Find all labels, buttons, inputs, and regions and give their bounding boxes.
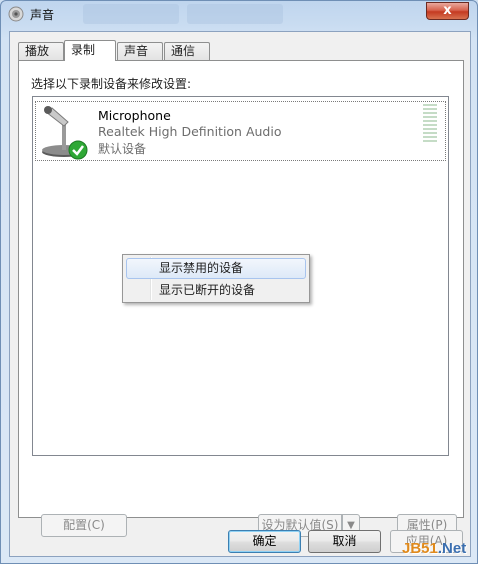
device-description: Realtek High Definition Audio: [98, 124, 282, 139]
device-name: Microphone: [98, 108, 171, 123]
menu-item-label: 显示禁用的设备: [159, 261, 244, 275]
list-item[interactable]: Microphone Realtek High Definition Audio…: [35, 101, 446, 161]
tab-label: 播放: [25, 44, 50, 58]
close-button[interactable]: x: [426, 2, 469, 20]
tab-communications[interactable]: 通信: [164, 42, 210, 60]
tab-sounds[interactable]: 声音: [117, 42, 163, 60]
close-icon: x: [443, 3, 452, 18]
menu-item-show-disconnected[interactable]: 显示已断开的设备: [126, 280, 306, 301]
ok-button[interactable]: 确定: [228, 530, 301, 553]
cancel-button[interactable]: 取消: [308, 530, 381, 553]
button-label: 确定: [252, 534, 277, 548]
green-check-icon: [68, 140, 88, 160]
watermark: JB51.Net: [402, 540, 466, 557]
configure-button[interactable]: 配置(C): [41, 514, 127, 537]
button-label: 配置(C): [63, 518, 105, 532]
watermark-text: JB51: [402, 540, 438, 557]
context-menu: 显示禁用的设备 显示已断开的设备: [122, 254, 310, 303]
instruction-text: 选择以下录制设备来修改设置:: [31, 77, 192, 91]
device-status: 默认设备: [98, 142, 147, 156]
watermark-text: .Net: [437, 540, 467, 557]
tab-recording[interactable]: 录制: [64, 40, 116, 61]
menu-item-label: 显示已断开的设备: [159, 283, 256, 297]
background-blur: [83, 4, 179, 24]
background-blur: [187, 4, 283, 24]
title-bar[interactable]: 声音 x: [1, 1, 477, 27]
tab-playback[interactable]: 播放: [18, 42, 64, 60]
speaker-icon: [8, 6, 24, 22]
level-meter: [423, 104, 437, 146]
tab-label: 录制: [71, 43, 96, 57]
button-label: 取消: [332, 534, 357, 548]
window-title: 声音: [30, 8, 55, 22]
tab-label: 声音: [124, 44, 149, 58]
tab-label: 通信: [171, 44, 196, 58]
menu-item-show-disabled[interactable]: 显示禁用的设备: [126, 258, 306, 279]
